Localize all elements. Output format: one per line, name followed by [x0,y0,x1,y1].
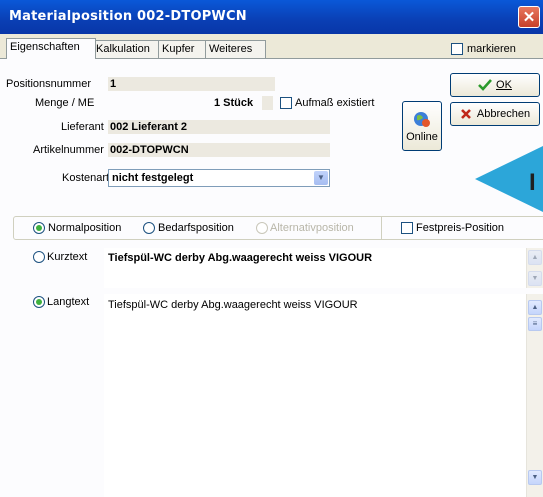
langtext-value: Tiefspül-WC derby Abg.waagerecht weiss V… [108,299,358,311]
kurztext-label: Kurztext [47,251,88,263]
kurztext-radio[interactable] [33,251,45,263]
online-label: Online [406,130,438,143]
markieren-label: markieren [467,43,516,55]
aufmass-checkbox[interactable] [280,97,292,109]
kostenart-select[interactable]: nicht festgelegt ▼ [108,169,330,187]
title-bar[interactable]: Materialposition 002-DTOPWCN ✕ [0,0,543,34]
lieferant-value: 002 Lieferant 2 [108,120,330,134]
positionsnummer-value: 1 [108,77,275,91]
aufmass-label: Aufmaß existiert [295,97,375,109]
dialog-window: Materialposition 002-DTOPWCN ✕ Eigenscha… [0,0,543,497]
kurztext-value: Tiefspül-WC derby Abg.waagerecht weiss V… [108,252,373,264]
scroll-up-icon[interactable]: ▲ [528,250,542,265]
bedarfsposition-label: Bedarfsposition [158,222,234,234]
kostenart-value: nicht festgelegt [112,172,194,184]
langtext-scrollbar[interactable]: ▲ ≡ ▼ [526,294,543,497]
callout-letter: I [529,169,536,196]
tab-weiteres[interactable]: Weiteres [205,40,266,58]
kurztext-field[interactable]: Tiefspül-WC derby Abg.waagerecht weiss V… [104,248,526,288]
tab-kupfer[interactable]: Kupfer [158,40,210,58]
artikelnummer-value: 002-DTOPWCN [108,143,330,157]
langtext-label: Langtext [47,296,90,308]
abbrechen-label: Abbrechen [476,108,531,120]
ok-label: OK [496,79,512,91]
online-button[interactable]: Online [402,101,442,151]
tab-eigenschaften[interactable]: Eigenschaften [6,38,96,59]
alternativposition-radio[interactable] [256,222,268,234]
menge-unit-box [262,96,273,110]
langtext-field[interactable]: Tiefspül-WC derby Abg.waagerecht weiss V… [104,294,526,497]
scroll-up-icon[interactable]: ▲ [528,300,542,315]
menge-value: 1 Stück [214,97,254,109]
festpreis-label: Festpreis-Position [416,222,505,234]
normalposition-radio[interactable] [33,222,45,234]
close-button[interactable]: ✕ [518,6,540,28]
festpreis-checkbox[interactable] [401,222,413,234]
globe-icon [414,111,430,127]
close-icon: ✕ [522,9,536,26]
group-divider [381,216,382,240]
scroll-down-icon[interactable]: ▼ [528,271,542,286]
window-title: Materialposition 002-DTOPWCN [9,9,247,24]
langtext-radio[interactable] [33,296,45,308]
artikelnummer-label: Artikelnummer [33,144,104,156]
normalposition-label: Normalposition [48,222,122,234]
tab-kalkulation[interactable]: Kalkulation [92,40,163,58]
bedarfsposition-radio[interactable] [143,222,155,234]
checkmark-icon [478,79,493,91]
alternativposition-label: Alternativposition [270,222,354,234]
scroll-down-icon[interactable]: ▼ [528,470,542,485]
lieferant-label: Lieferant [61,121,104,133]
menge-label: Menge / ME [35,97,95,109]
kostenart-label: Kostenart [62,172,110,184]
scroll-thumb[interactable]: ≡ [528,317,542,331]
cancel-x-icon [460,109,471,119]
positionsnummer-label: Positionsnummer [6,78,91,90]
chevron-down-icon[interactable]: ▼ [314,171,328,185]
markieren-checkbox[interactable] [451,43,463,55]
abbrechen-button[interactable]: Abbrechen [450,102,540,126]
kurztext-scrollbar[interactable]: ▲ ▼ [526,248,543,288]
ok-button[interactable]: OK [450,73,540,97]
